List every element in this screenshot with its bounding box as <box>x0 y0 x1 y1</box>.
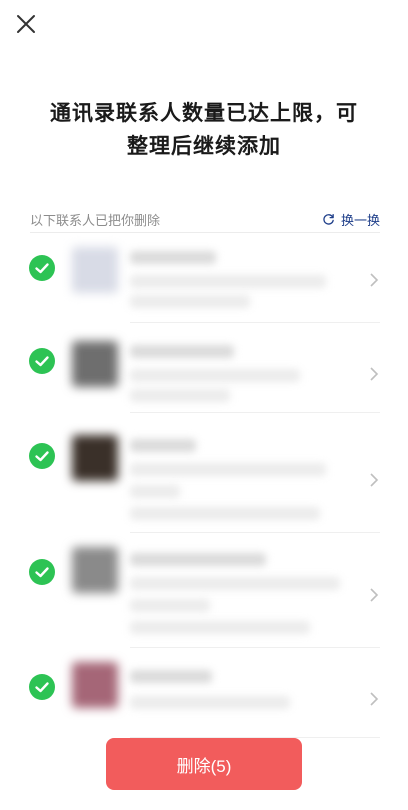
contact-info-blurred <box>130 389 230 402</box>
contact-name-blurred <box>130 251 216 264</box>
chevron-right-icon <box>370 473 379 487</box>
contact-info-blurred <box>130 463 326 476</box>
refresh-icon <box>323 213 334 225</box>
contact-info-blurred <box>130 275 326 288</box>
avatar <box>72 341 118 387</box>
contact-info-blurred <box>130 599 210 612</box>
contact-name-blurred <box>130 553 266 566</box>
avatar <box>72 662 118 708</box>
chevron-right-icon <box>370 692 379 706</box>
contact-row[interactable] <box>0 648 408 738</box>
contact-info-blurred <box>130 485 180 498</box>
avatar <box>72 435 118 481</box>
title-line-1: 通讯录联系人数量已达上限，可 <box>50 101 358 125</box>
chevron-right-icon <box>370 588 379 602</box>
contact-row[interactable] <box>0 533 408 648</box>
delete-button[interactable]: 删除(5) <box>106 738 302 790</box>
contact-info-blurred <box>130 696 290 709</box>
refresh-label: 换一换 <box>340 213 380 229</box>
checked-icon[interactable] <box>29 255 55 281</box>
contact-name-blurred <box>130 439 196 452</box>
contact-name-blurred <box>130 670 212 683</box>
contact-row[interactable] <box>0 323 408 413</box>
avatar <box>72 247 118 293</box>
checked-icon[interactable] <box>29 443 55 469</box>
contact-info-blurred <box>130 369 300 382</box>
list-header: 以下联系人已把你删除 换一换 <box>30 206 380 233</box>
close-icon[interactable] <box>12 10 40 38</box>
page-title: 通讯录联系人数量已达上限，可 整理后继续添加 <box>20 97 388 163</box>
checked-icon[interactable] <box>29 559 55 585</box>
chevron-right-icon <box>370 273 379 287</box>
contact-row[interactable] <box>0 413 408 533</box>
chevron-right-icon <box>370 367 379 381</box>
contact-info-blurred <box>130 295 250 308</box>
contact-info-blurred <box>130 507 320 520</box>
checked-icon[interactable] <box>29 674 55 700</box>
contact-info-blurred <box>130 577 340 590</box>
deleted-by-contacts-hint: 以下联系人已把你删除 <box>30 213 161 229</box>
contact-row[interactable] <box>0 233 408 323</box>
checked-icon[interactable] <box>29 348 55 374</box>
refresh-button[interactable]: 换一换 <box>322 210 380 229</box>
title-line-2: 整理后继续添加 <box>127 134 281 158</box>
contact-info-blurred <box>130 621 310 634</box>
contact-name-blurred <box>130 345 234 358</box>
avatar <box>72 547 118 593</box>
